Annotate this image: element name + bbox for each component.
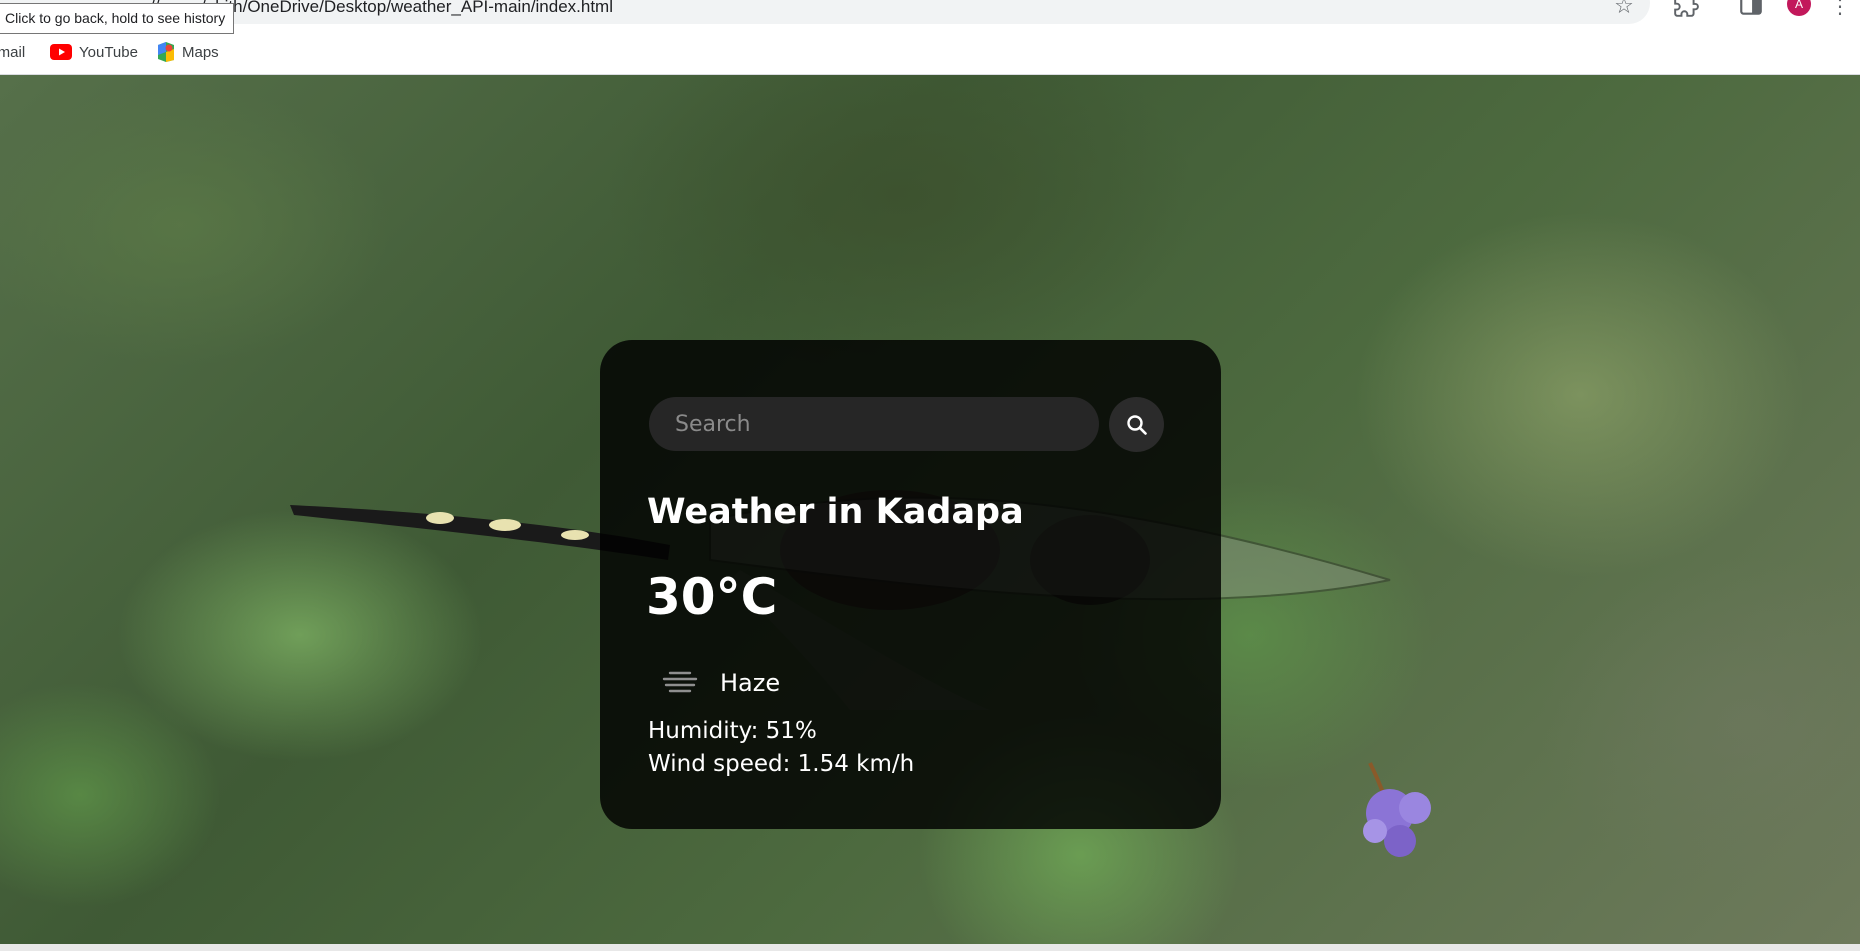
wind-speed-text: Wind speed: 1.54 km/h — [648, 751, 915, 777]
page-bottom-edge — [0, 944, 1860, 951]
haze-icon — [662, 671, 698, 693]
back-button-tooltip: Click to go back, hold to see history — [0, 3, 235, 34]
bookmark-star-icon[interactable]: ☆ — [1611, 0, 1637, 20]
bookmark-gmail[interactable]: Gmail — [0, 40, 25, 64]
temperature: 30°C — [646, 568, 778, 626]
profile-avatar[interactable]: A — [1787, 0, 1811, 16]
background-photo: Weather in Kadapa 30°C Haze Humidity: 51… — [0, 75, 1860, 944]
side-panel-icon[interactable] — [1738, 0, 1764, 18]
humidity-text: Humidity: 51% — [648, 718, 817, 744]
weather-card: Weather in Kadapa 30°C Haze Humidity: 51… — [600, 340, 1221, 829]
maps-icon — [158, 42, 174, 62]
address-bar[interactable]: //users/abith/OneDrive/Desktop/weather_A… — [0, 0, 1650, 24]
bookmark-label: YouTube — [79, 43, 138, 61]
bookmark-label: Maps — [182, 43, 219, 61]
youtube-icon — [50, 44, 72, 60]
search-icon — [1126, 414, 1147, 435]
bookmark-youtube[interactable]: YouTube — [50, 40, 138, 64]
city-heading: Weather in Kadapa — [647, 492, 1024, 532]
extensions-icon[interactable] — [1673, 0, 1699, 18]
weather-description: Haze — [720, 669, 781, 697]
bookmark-label: Gmail — [0, 43, 26, 61]
browser-toolbar: //users/abith/OneDrive/Desktop/weather_A… — [0, 0, 1860, 28]
search-input[interactable] — [649, 397, 1099, 451]
bookmarks-bar: Gmail YouTube Maps — [0, 28, 1860, 75]
bookmark-maps[interactable]: Maps — [157, 40, 219, 64]
more-menu-icon[interactable]: ⋮ — [1830, 0, 1850, 18]
purple-flower-image — [1363, 762, 1431, 857]
search-button[interactable] — [1109, 397, 1164, 452]
